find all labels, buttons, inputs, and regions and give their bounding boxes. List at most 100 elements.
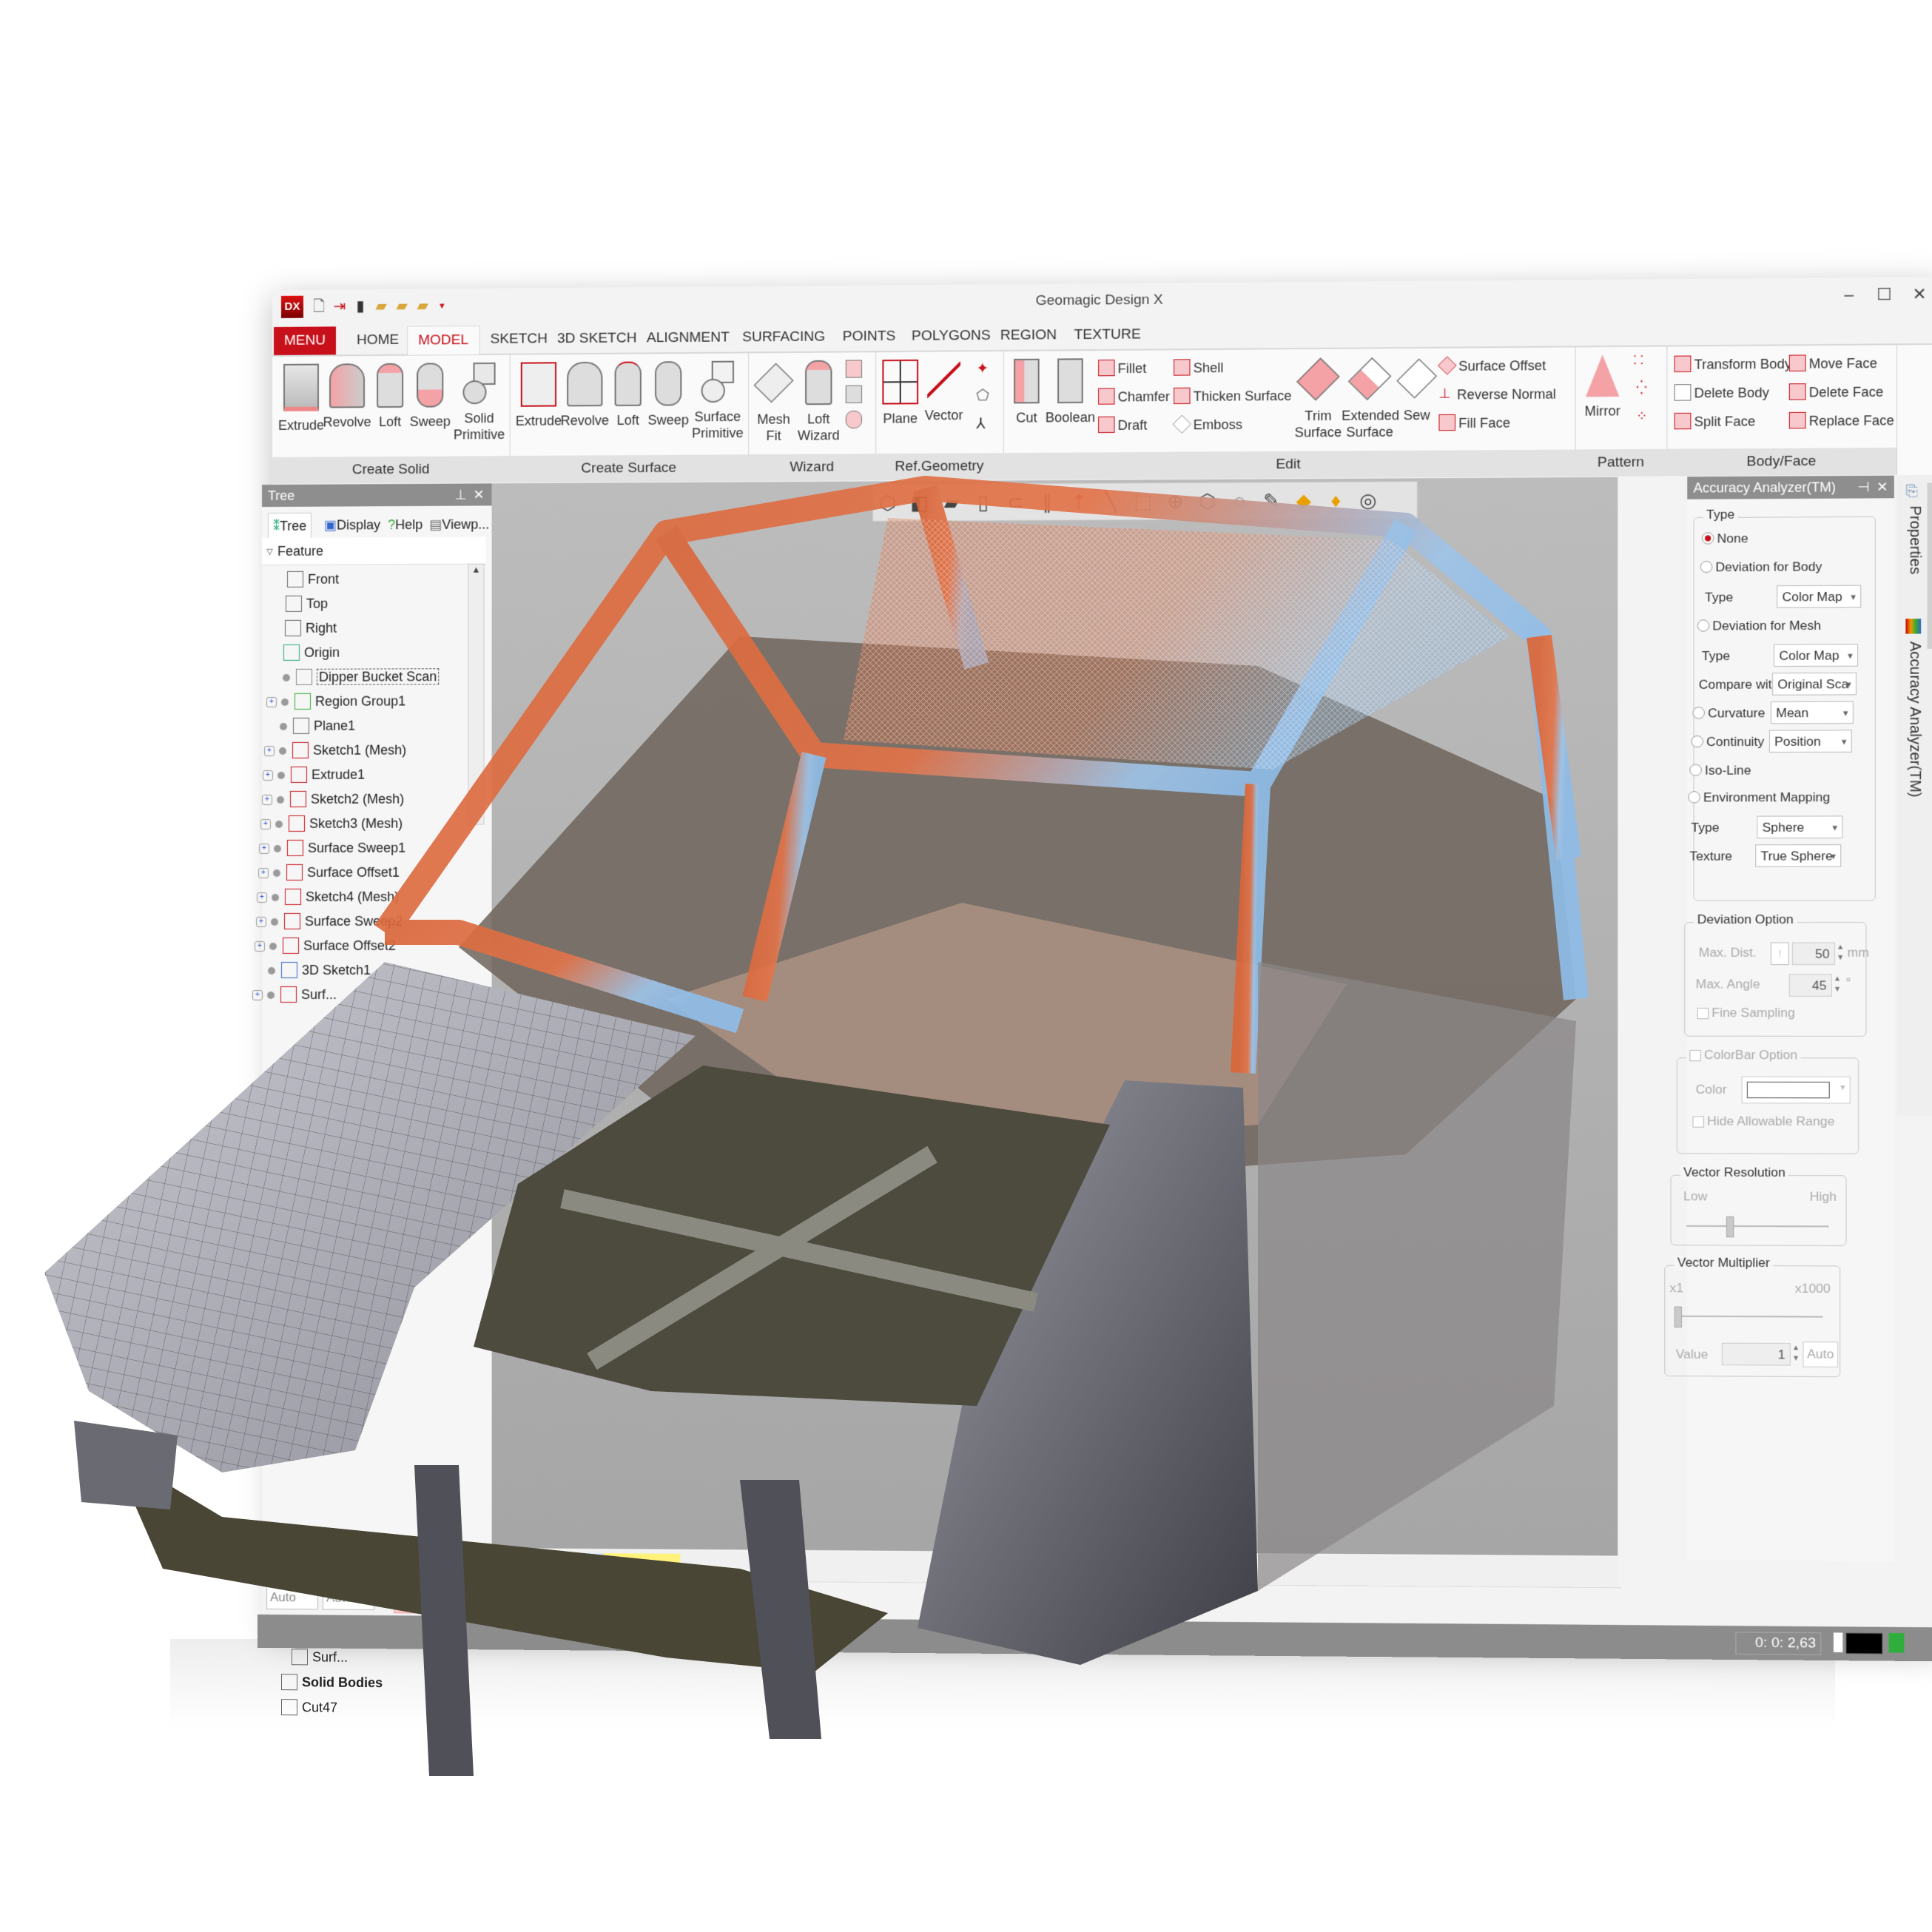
rectangle-select-icon[interactable]: ⬚ [1131,486,1157,516]
visibility-dot-icon[interactable] [275,821,283,829]
vector-multiplier-slider[interactable] [1674,1306,1683,1328]
tree-item[interactable]: Plane1 [279,714,355,738]
pin-icon[interactable]: ⊣ [1857,476,1869,499]
mesh-select-icon[interactable]: ⬡ [875,488,900,517]
fillet-button[interactable]: Fillet [1098,358,1146,380]
close-button[interactable]: ✕ [1905,283,1932,306]
vector-button[interactable]: Vector [920,359,967,423]
expand-icon[interactable]: + [258,868,269,879]
expand-icon[interactable]: + [252,990,263,1001]
radio-deviation-mesh[interactable]: Deviation for Mesh [1697,619,1821,634]
tab-properties[interactable]: Properties [1905,505,1923,574]
tab-menu[interactable]: MENU [273,326,336,355]
sketch-visibility-toggle[interactable]: ◉ [554,1584,583,1615]
tree-item[interactable]: Surf... [291,1645,348,1669]
paint-brush-icon[interactable]: ✎ [1259,485,1285,516]
pin-icon[interactable]: ⊥ [455,484,467,506]
curvature-select[interactable]: Mean [1770,701,1854,724]
expand-icon[interactable]: + [263,770,273,781]
minimize-button[interactable]: – [1835,283,1862,306]
curve-visibility-toggle[interactable]: ◉ [710,1586,740,1616]
tab-region[interactable]: REGION [990,321,1068,350]
colorbar-option-legend[interactable]: ColorBar Option [1686,1047,1801,1063]
hide-allowable-range-checkbox[interactable]: Hide Allowable Range [1692,1114,1834,1129]
side-scrollbar[interactable] [1927,482,1932,649]
tree-item[interactable]: Top [285,592,328,616]
tab-model[interactable]: MODEL [407,325,480,355]
tree-item[interactable]: + Sketch3 (Mesh) [260,812,403,835]
tree-item[interactable]: Front [286,568,339,591]
visibility-dot-icon[interactable] [271,918,278,926]
expand-icon[interactable]: + [264,746,275,757]
surface-offset-button[interactable]: Surface Offset [1437,355,1546,377]
expand-icon[interactable]: + [266,697,277,708]
tree-item[interactable]: + Sketch1 (Mesh) [264,738,406,763]
tab-tree[interactable]: ⁑Tree [268,512,312,539]
polygon-point-icon[interactable]: ⬠ [976,386,989,404]
tab-support[interactable]: Support [603,1553,680,1579]
3d-sketch-visibility-toggle[interactable]: ◉ [585,1585,614,1615]
tree-item[interactable]: Dipper Bucket Scan [282,664,440,689]
vector-visibility-toggle[interactable]: ◉ [647,1585,677,1616]
coordinate-system-icon[interactable]: ⅄ [976,414,985,433]
tree-item[interactable]: Solid Bodies [280,1670,383,1694]
tab-polygons[interactable]: POLYGONS [901,322,1001,351]
feature-section-header[interactable]: ▿ Feature [262,536,486,566]
close-icon[interactable]: ✕ [1877,476,1888,499]
tree-item[interactable]: + Sketch2 (Mesh) [262,787,404,811]
solid-loft-button[interactable]: Loft [371,363,408,430]
vector-resolution-slider[interactable] [1726,1216,1734,1238]
visibility-dot-icon[interactable] [269,943,277,951]
color-picker[interactable]: ▾ [1741,1076,1851,1104]
circle-select-icon[interactable]: ⊕ [1162,486,1188,516]
radio-curvature[interactable]: Curvature [1692,706,1765,721]
tree-item[interactable]: + Region Group1 [266,689,405,713]
compare-with-select[interactable]: Original Sca [1772,672,1857,696]
tab-accuracy-analyzer[interactable]: Accuracy Analyzer(TM) [1905,642,1923,798]
tab-3d-sketch[interactable]: 3D SKETCH [547,324,647,353]
env-type-select[interactable]: Sphere [1757,815,1843,839]
maximize-button[interactable]: ☐ [1871,283,1898,306]
expand-icon[interactable]: + [256,917,267,928]
max-angle-spinner[interactable]: ▲ ▼ [1834,974,1841,995]
delete-body-button[interactable]: Delete Body [1674,382,1769,403]
surface-loft-button[interactable]: Loft [610,361,647,428]
body-visibility-toggle[interactable]: ◉ [522,1584,552,1615]
mesh-fit-button[interactable]: Mesh Fit [753,360,795,444]
env-texture-select[interactable]: True Sphere [1755,844,1842,867]
region-visibility-toggle[interactable]: ◉ [425,1583,454,1614]
expand-icon[interactable]: + [255,941,266,952]
expand-icon[interactable]: + [260,819,272,830]
visibility-dot-icon[interactable] [267,992,275,1000]
tree-item[interactable]: + Extrude1 [263,763,365,787]
solid-extrude-button[interactable]: Extrude [278,363,324,434]
curve-pattern-icon[interactable]: ⁘ [1636,408,1648,424]
circular-pattern-icon[interactable]: ⁛ [1636,380,1647,395]
radio-iso-line[interactable]: Iso-Line [1689,763,1751,778]
tree-item[interactable]: + Surface Offset1 [258,861,400,884]
coordinate-visibility-toggle[interactable]: ◉ [742,1586,771,1617]
solid-sweep-button[interactable]: Sweep [408,363,451,430]
max-dist-spinner[interactable]: ▲ ▼ [1837,943,1844,964]
transform-body-button[interactable]: Transform Body [1674,354,1791,376]
tree-item[interactable]: + Sketch4 (Mesh) [257,885,399,909]
extrude-wizard-icon[interactable] [845,360,863,378]
tab-surfacing[interactable]: SURFACING [732,323,835,351]
emboss-button[interactable]: Emboss [1172,414,1242,436]
tree-item[interactable]: + Surface Sweep1 [259,836,405,860]
plane-visibility-toggle[interactable]: ◉ [679,1586,708,1616]
delete-face-button[interactable]: Delete Face [1788,381,1883,403]
multiplier-spinner[interactable]: ▲ ▼ [1792,1343,1800,1364]
edge-select-icon[interactable]: ∥ [1034,487,1060,517]
draft-button[interactable]: Draft [1098,414,1147,436]
solid-revolve-button[interactable]: Revolve [323,363,371,431]
3d-viewport[interactable]: ⬡ ◧ ▰ ▯ ⊂ ∥ ⇡ ╲ ⬚ ⊕ ⬡ ◌ ✎ ◆ ♦ ◎ [491,477,1618,1556]
max-angle-input[interactable]: 45 [1788,974,1832,997]
tree-scrollbar[interactable]: ▲ [468,563,485,825]
thicken-surface-button[interactable]: Thicken Surface [1174,386,1292,407]
tree-item[interactable]: Cut47 [280,1695,337,1720]
plane-button[interactable]: Plane [881,359,919,427]
visibility-dot-icon[interactable] [282,674,290,682]
radio-continuity[interactable]: Continuity [1691,735,1764,750]
replace-face-button[interactable]: Replace Face [1788,410,1894,431]
